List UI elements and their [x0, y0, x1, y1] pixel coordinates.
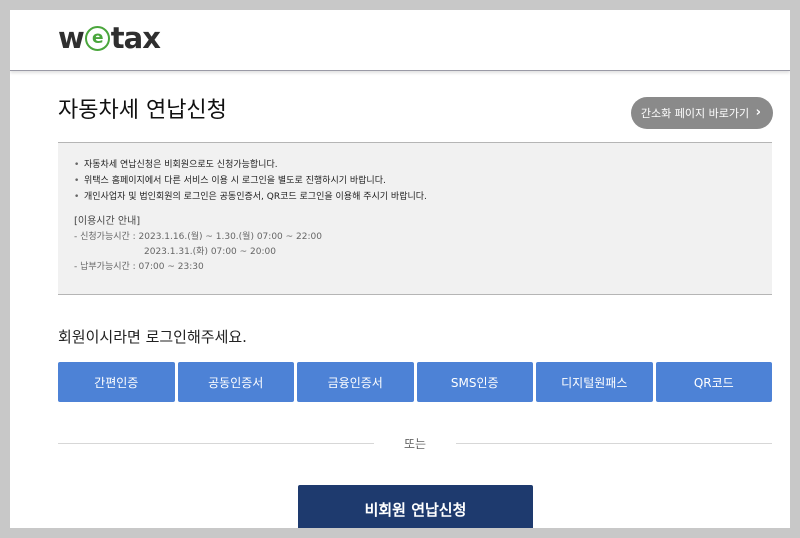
notice-box: 자동차세 연납신청은 비회원으로도 신청가능합니다. 위택스 홈페이지에서 다른…	[58, 142, 772, 295]
notice-item: 자동차세 연납신청은 비회원으로도 신청가능합니다.	[74, 157, 756, 173]
usage-time-row: 2023.1.31.(화) 07:00 ~ 20:00	[144, 247, 276, 257]
or-divider: 또는	[58, 437, 772, 451]
simple-page-button-label: 간소화 페이지 바로가기	[640, 107, 750, 120]
logo-text-suffix: tax	[110, 21, 161, 55]
financial-certificate-button[interactable]: 금융인증서	[297, 362, 414, 402]
joint-certificate-button[interactable]: 공동인증서	[177, 362, 294, 402]
logo-text-prefix: w	[58, 21, 85, 55]
simple-page-button[interactable]: 간소화 페이지 바로가기 ›	[631, 97, 773, 129]
usage-time-title: [이용시간 안내]	[74, 216, 141, 227]
notice-item: 위택스 홈페이지에서 다른 서비스 이용 시 로그인을 별도로 진행하시기 바랍…	[74, 173, 756, 189]
page-title: 자동차세 연납신청	[58, 98, 227, 123]
notice-item: 개인사업자 및 법인회원의 로그인은 공동인증서, QR코드 로그인을 이용해 …	[74, 189, 756, 205]
chevron-right-icon: ›	[755, 105, 761, 120]
sms-auth-button[interactable]: SMS인증	[416, 362, 533, 402]
or-text: 또는	[403, 437, 427, 451]
notice-list: 자동차세 연납신청은 비회원으로도 신청가능합니다. 위택스 홈페이지에서 다른…	[74, 157, 756, 205]
digital-onepass-button[interactable]: 디지털원패스	[536, 362, 653, 402]
divider-line-right	[456, 443, 772, 444]
wetax-logo[interactable]: w e tax	[58, 20, 161, 56]
usage-time-row: - 납부가능시간 : 07:00 ~ 23:30	[74, 262, 204, 272]
divider-line-left	[58, 443, 374, 444]
usage-time-row: - 신청가능시간 : 2023.1.16.(월) ~ 1.30.(월) 07:0…	[74, 232, 322, 242]
guest-application-button[interactable]: 비회원 연납신청	[298, 485, 533, 528]
browser-viewport: w e tax 자동차세 연납신청 간소화 페이지 바로가기 › 자동차세 연납…	[10, 10, 790, 528]
qr-code-button[interactable]: QR코드	[655, 362, 772, 402]
simple-auth-button[interactable]: 간편인증	[58, 362, 175, 402]
auth-button-row: 간편인증 공동인증서 금융인증서 SMS인증 디지털원패스 QR코드	[58, 362, 772, 402]
login-message: 회원이시라면 로그인해주세요.	[58, 328, 247, 346]
logo-e-mark: e	[84, 25, 110, 51]
site-header: w e tax	[10, 10, 790, 71]
